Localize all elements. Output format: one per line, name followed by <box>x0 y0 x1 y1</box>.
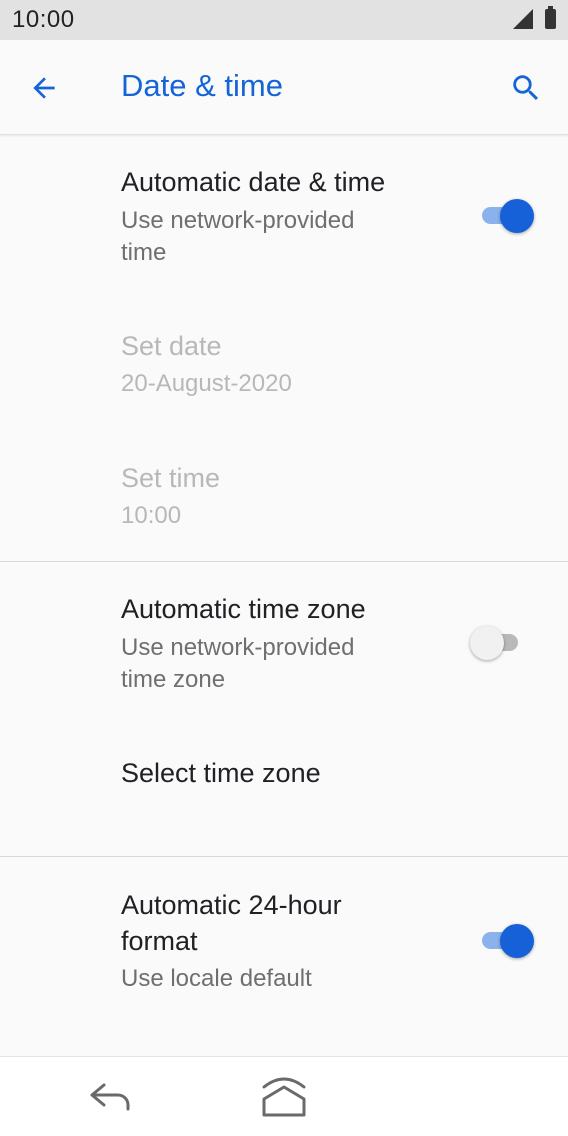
pref-summary: time <box>121 239 167 266</box>
pref-summary: Use network-provided <box>121 207 355 234</box>
pref-summary: time zone <box>121 666 226 693</box>
pref-title: Automatic time zone <box>121 594 366 624</box>
pref-title: Set date <box>121 331 222 361</box>
status-bar: 10:00 <box>0 0 568 40</box>
pref-title: Automatic 24-hour <box>121 890 342 920</box>
search-icon <box>513 75 539 101</box>
arrow-back-icon <box>33 77 55 99</box>
pref-title: Select time zone <box>121 758 321 788</box>
pref-automatic-time-zone[interactable]: Automatic time zone Use network-provided… <box>0 562 568 702</box>
settings-screen: 10:00 Date & time Automatic date & time … <box>0 0 568 1136</box>
pref-summary: 10:00 <box>121 502 182 529</box>
cell-signal-icon <box>513 9 533 29</box>
pref-summary: Use network-provided <box>121 634 355 661</box>
pref-set-date[interactable]: Set date 20-August-2020 <box>0 310 568 420</box>
pref-title: format <box>121 926 198 956</box>
pref-title: Set time <box>121 463 221 493</box>
pref-set-time[interactable]: Set time 10:00 <box>0 442 568 552</box>
pref-title: Automatic date & time <box>121 167 386 197</box>
pref-summary: Use locale default <box>121 965 312 992</box>
switch-thumb <box>500 199 534 233</box>
nav-home-icon <box>262 1077 306 1117</box>
status-icons <box>513 6 556 29</box>
pref-summary: 20-August-2020 <box>121 370 292 397</box>
nav-back-button[interactable] <box>86 1077 134 1117</box>
automatic-date-time-toggle[interactable] <box>478 195 534 235</box>
pref-automatic-24-hour-format[interactable]: Automatic 24-hour format Use locale defa… <box>0 857 568 1017</box>
nav-back-icon <box>90 1083 130 1111</box>
navigation-bar <box>0 1056 568 1136</box>
page-title: Date & time <box>121 68 283 103</box>
battery-icon <box>545 6 556 29</box>
automatic-time-zone-toggle[interactable] <box>470 622 526 662</box>
status-time: 10:00 <box>12 6 75 33</box>
app-bar: Date & time <box>0 40 568 135</box>
search-button[interactable] <box>502 64 550 112</box>
back-button[interactable] <box>20 64 68 112</box>
automatic-24-hour-toggle[interactable] <box>478 920 534 960</box>
pref-select-time-zone[interactable]: Select time zone <box>0 730 568 830</box>
switch-thumb <box>470 626 504 660</box>
pref-automatic-date-time[interactable]: Automatic date & time Use network-provid… <box>0 135 568 275</box>
nav-home-button[interactable] <box>258 1073 310 1119</box>
switch-thumb <box>500 924 534 958</box>
